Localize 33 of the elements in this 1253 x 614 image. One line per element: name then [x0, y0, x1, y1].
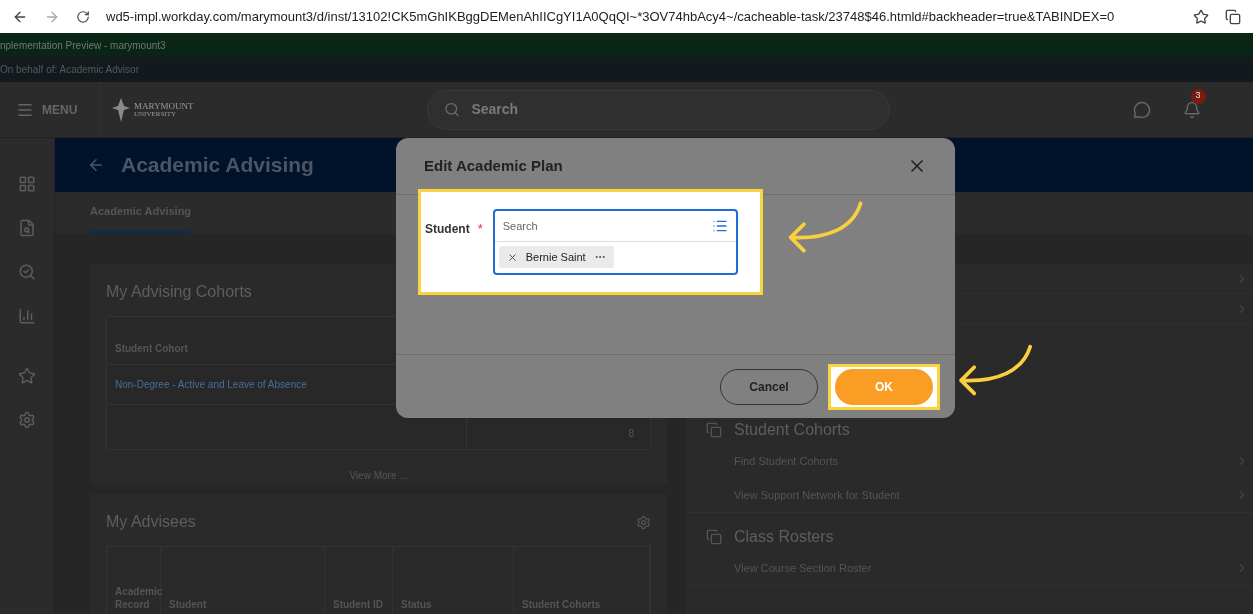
- menu-button[interactable]: MENU: [0, 82, 100, 137]
- reload-icon[interactable]: [76, 9, 90, 24]
- remove-icon[interactable]: [506, 251, 518, 263]
- dialog-title: Edit Academic Plan: [424, 155, 563, 176]
- section-icon: [706, 529, 722, 545]
- settings-icon[interactable]: [636, 514, 651, 530]
- dashboard-icon[interactable]: [18, 175, 36, 193]
- search-field[interactable]: Search: [426, 89, 890, 130]
- section-icon: [706, 422, 722, 438]
- preview-label: nplementation Preview - marymount3: [0, 38, 166, 53]
- person-search-icon[interactable]: [18, 263, 36, 281]
- favorites-icon[interactable]: [18, 367, 36, 385]
- chat-icon[interactable]: [1132, 100, 1151, 119]
- search-input[interactable]: Search: [502, 217, 653, 235]
- notifications-icon[interactable]: [1182, 100, 1201, 119]
- cohort-link[interactable]: Non-Degree - Active and Leave of Absence: [115, 377, 307, 392]
- notification-badge: 3: [1190, 88, 1206, 104]
- search-icon: [443, 101, 460, 118]
- extensions-icon[interactable]: [1225, 8, 1241, 25]
- chart-icon[interactable]: [18, 307, 36, 325]
- list-icon[interactable]: [711, 218, 728, 234]
- document-search-icon[interactable]: [18, 219, 36, 237]
- field-label: Student: [425, 221, 470, 238]
- ok-button[interactable]: OK: [835, 368, 933, 405]
- selected-chip[interactable]: Bernie Saint: [498, 246, 614, 268]
- student-field[interactable]: Search Bernie Saint: [492, 209, 738, 275]
- chip-label: Bernie Saint: [525, 249, 586, 265]
- search-input[interactable]: Search: [471, 99, 873, 120]
- on-behalf-text: On behalf of: Academic Advisor: [0, 63, 139, 77]
- bookmark-icon[interactable]: [1193, 8, 1209, 25]
- required-mark: *: [477, 220, 483, 238]
- settings-icon[interactable]: [18, 411, 36, 429]
- page-title: Academic Advising: [121, 152, 314, 179]
